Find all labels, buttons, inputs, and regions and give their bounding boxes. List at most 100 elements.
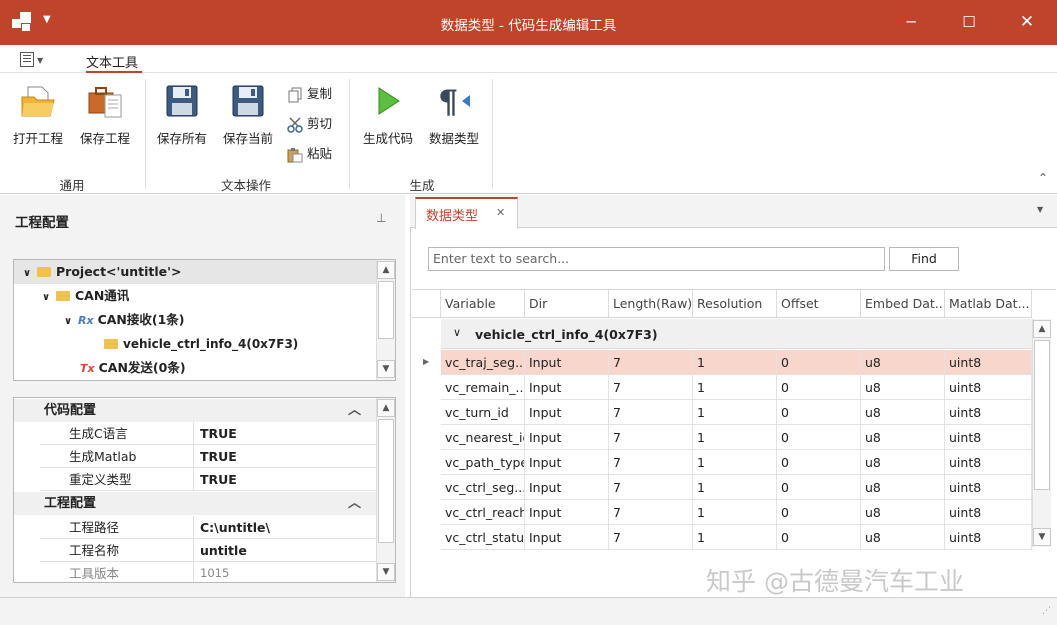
tree-node-message[interactable]: vehicle_ctrl_info_4(0x7F3) [104, 332, 298, 356]
scroll-down-icon[interactable]: ▼ [1033, 528, 1051, 546]
table-cell[interactable]: u8 [861, 350, 945, 375]
table-row[interactable]: vc_nearest_id Input 7 1 0 u8 uint8 [412, 425, 1032, 450]
table-row[interactable]: vc_remain_... Input 7 1 0 u8 uint8 [412, 375, 1032, 400]
open-project-button[interactable]: 打开工程 [6, 83, 70, 147]
table-cell[interactable]: 0 [777, 475, 861, 500]
table-cell[interactable]: 0 [777, 450, 861, 475]
column-header[interactable]: Dir [525, 290, 609, 318]
table-cell[interactable]: uint8 [945, 425, 1032, 450]
collapse-icon[interactable]: ︿ [348, 492, 361, 515]
property-category-project[interactable]: 工程配置 ︿ [14, 492, 377, 515]
table-cell[interactable]: 7 [609, 450, 693, 475]
column-header[interactable]: Resolution [693, 290, 777, 318]
table-cell[interactable]: 0 [777, 500, 861, 525]
expand-arrow-icon[interactable]: ∨ [58, 310, 78, 334]
search-input[interactable]: Enter text to search... [428, 247, 885, 271]
property-row[interactable]: 生成Matlab TRUE [40, 445, 377, 468]
property-value[interactable]: TRUE [200, 445, 237, 468]
property-category-code[interactable]: 代码配置 ︿ [14, 399, 377, 422]
column-header[interactable]: Variable [441, 290, 525, 318]
table-cell[interactable]: vc_turn_id [441, 400, 525, 425]
property-value[interactable]: C:\untitle\ [200, 516, 270, 539]
table-cell[interactable]: Input [525, 450, 609, 475]
grid-scrollbar[interactable]: ▲ ▼ [1032, 319, 1051, 547]
table-cell[interactable]: u8 [861, 450, 945, 475]
table-cell[interactable]: Input [525, 525, 609, 550]
table-cell[interactable]: u8 [861, 475, 945, 500]
table-cell[interactable]: Input [525, 350, 609, 375]
property-row[interactable]: 重定义类型 TRUE [40, 468, 377, 491]
find-button[interactable]: Find [889, 247, 959, 271]
table-cell[interactable]: uint8 [945, 525, 1032, 550]
table-cell[interactable]: vc_ctrl_seg... [441, 475, 525, 500]
tab-list-dropdown-icon[interactable]: ▼ [1037, 205, 1043, 214]
table-cell[interactable]: 0 [777, 375, 861, 400]
property-scrollbar[interactable]: ▲ ▼ [376, 398, 395, 582]
table-cell[interactable]: uint8 [945, 375, 1032, 400]
tab-data-type[interactable]: 数据类型 ✕ [415, 197, 518, 229]
table-cell[interactable]: 7 [609, 475, 693, 500]
table-cell[interactable]: 0 [777, 525, 861, 550]
table-cell[interactable]: u8 [861, 525, 945, 550]
table-cell[interactable]: Input [525, 425, 609, 450]
expand-arrow-icon[interactable]: ∨ [17, 262, 37, 286]
table-cell[interactable]: vc_ctrl_reach [441, 500, 525, 525]
scroll-down-icon[interactable]: ▼ [377, 563, 395, 581]
scroll-up-icon[interactable]: ▲ [1033, 320, 1051, 338]
close-tab-icon[interactable]: ✕ [496, 206, 505, 219]
resize-grip-icon[interactable]: ⋰ [1042, 606, 1051, 616]
property-row[interactable]: 工程路径 C:\untitle\ [40, 516, 377, 539]
tree-node-can-tx[interactable]: Tx CAN发送(0条) [80, 356, 186, 380]
table-cell[interactable]: vc_remain_... [441, 375, 525, 400]
file-menu-icon[interactable]: ▼ [20, 52, 46, 68]
tab-text-tools[interactable]: 文本工具 [86, 52, 138, 71]
scroll-up-icon[interactable]: ▲ [377, 261, 395, 279]
expand-arrow-icon[interactable]: ∨ [36, 286, 56, 310]
table-cell[interactable]: 0 [777, 400, 861, 425]
table-cell[interactable]: Input [525, 475, 609, 500]
table-cell[interactable]: Input [525, 375, 609, 400]
collapse-icon[interactable]: ︿ [348, 399, 361, 422]
table-cell[interactable]: 1 [693, 450, 777, 475]
property-value[interactable]: untitle [200, 539, 247, 562]
tree-node-can[interactable]: ∨ CAN通讯 [36, 284, 129, 308]
table-cell[interactable]: 1 [693, 475, 777, 500]
group-expand-icon[interactable]: ∨ [453, 326, 461, 339]
table-cell[interactable]: vc_nearest_id [441, 425, 525, 450]
table-row[interactable]: vc_ctrl_reach Input 7 1 0 u8 uint8 [412, 500, 1032, 525]
table-cell[interactable]: uint8 [945, 400, 1032, 425]
close-button[interactable]: ✕ [1015, 10, 1039, 34]
property-value[interactable]: TRUE [200, 468, 237, 491]
table-cell[interactable]: u8 [861, 375, 945, 400]
table-cell[interactable]: u8 [861, 400, 945, 425]
table-row[interactable]: vc_ctrl_seg... Input 7 1 0 u8 uint8 [412, 475, 1032, 500]
scroll-up-icon[interactable]: ▲ [377, 399, 395, 417]
column-header[interactable]: Embed Dat... [861, 290, 945, 318]
group-row[interactable]: ∨ vehicle_ctrl_info_4(0x7F3) [441, 319, 1032, 349]
pin-icon[interactable]: ⊥ [376, 211, 386, 225]
save-all-button[interactable]: 保存所有 [150, 83, 214, 147]
tree-node-can-rx[interactable]: ∨ Rx CAN接收(1条) [58, 308, 185, 332]
property-row[interactable]: 生成C语言 TRUE [40, 422, 377, 445]
table-row[interactable]: ▶ vc_traj_seg... Input 7 1 0 u8 uint8 [412, 350, 1032, 375]
table-cell[interactable]: 7 [609, 500, 693, 525]
copy-button[interactable]: 复制 [287, 83, 332, 105]
table-cell[interactable]: 7 [609, 350, 693, 375]
save-project-button[interactable]: 保存工程 [73, 83, 137, 147]
column-header[interactable]: Matlab Dat... [945, 290, 1032, 318]
table-cell[interactable]: uint8 [945, 450, 1032, 475]
generate-code-button[interactable]: 生成代码 [356, 83, 420, 147]
table-cell[interactable]: 1 [693, 400, 777, 425]
data-type-button[interactable]: ¶ 数据类型 [422, 83, 486, 147]
table-row[interactable]: vc_ctrl_status Input 7 1 0 u8 uint8 [412, 525, 1032, 550]
table-cell[interactable]: Input [525, 400, 609, 425]
table-cell[interactable]: 1 [693, 525, 777, 550]
table-cell[interactable]: uint8 [945, 350, 1032, 375]
save-current-button[interactable]: 保存当前 [216, 83, 280, 147]
table-cell[interactable]: 0 [777, 425, 861, 450]
property-value[interactable]: TRUE [200, 422, 237, 445]
property-row[interactable]: 工程名称 untitle [40, 539, 377, 562]
table-cell[interactable]: 7 [609, 525, 693, 550]
table-cell[interactable]: u8 [861, 425, 945, 450]
tree-node-project[interactable]: ∨ Project<'untitle'> [14, 260, 376, 284]
